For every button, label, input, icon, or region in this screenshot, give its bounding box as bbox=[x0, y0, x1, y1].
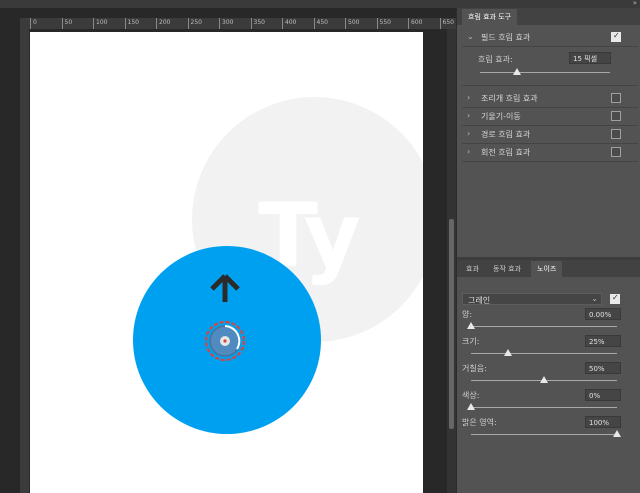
tab-motion-effects[interactable]: 동작 효과 bbox=[487, 261, 527, 277]
ruler-tick: 100 bbox=[93, 18, 107, 29]
noise-param-track[interactable] bbox=[471, 326, 617, 327]
panel-item-tilt-shift[interactable]: › 기울기-이동 bbox=[462, 107, 638, 126]
ruler-tick: 400 bbox=[282, 18, 296, 29]
chevron-right-icon[interactable]: › bbox=[467, 129, 470, 138]
path-blur-checkbox[interactable] bbox=[611, 129, 621, 139]
panel-item-path-blur[interactable]: › 경로 흐림 효과 bbox=[462, 125, 638, 144]
panel-item-spin-blur[interactable]: › 회전 흐림 효과 bbox=[462, 143, 638, 162]
ruler-tick: 450 bbox=[313, 18, 328, 29]
tab-noise[interactable]: 노이즈 bbox=[531, 261, 563, 277]
noise-param-input[interactable]: 0.00% bbox=[585, 308, 621, 320]
ruler-tick-label: 450 bbox=[316, 19, 328, 26]
noise-param-slider-knob[interactable] bbox=[467, 403, 475, 410]
blur-tools-panel: 흐림 효과 도구 ⌄ 필드 흐림 효과 흐림 효과: 15 픽셀 › 조리개 흐… bbox=[456, 8, 640, 493]
noise-param-track[interactable] bbox=[471, 407, 617, 408]
field-blur-label: 필드 흐림 효과 bbox=[481, 33, 531, 42]
ruler-tick-label: 50 bbox=[64, 19, 73, 26]
chevron-right-icon[interactable]: › bbox=[467, 111, 470, 120]
panel-collapse-icon[interactable]: » bbox=[633, 0, 637, 7]
ruler-tick: 600 bbox=[408, 18, 422, 29]
blur-amount-track[interactable] bbox=[480, 72, 610, 73]
noise-type-value: 그레인 bbox=[468, 296, 491, 305]
chevron-down-icon: ⌄ bbox=[591, 294, 598, 303]
ruler-tick-label: 400 bbox=[285, 19, 297, 26]
field-blur-settings: 흐림 효과: 15 픽셀 bbox=[462, 47, 638, 86]
blur-amount-slider-knob[interactable] bbox=[513, 68, 521, 75]
panel-item-label: 회전 흐림 효과 bbox=[481, 148, 531, 157]
chevron-right-icon[interactable]: › bbox=[467, 93, 470, 102]
noise-param-label: 양: bbox=[462, 310, 473, 319]
noise-param-input[interactable]: 25% bbox=[585, 335, 621, 347]
noise-param-label: 크기: bbox=[462, 337, 480, 346]
tilt-shift-checkbox[interactable] bbox=[611, 111, 621, 121]
blur-tools-tabbar: 흐림 효과 도구 bbox=[457, 8, 640, 25]
noise-enable-checkbox[interactable] bbox=[610, 293, 620, 304]
ruler-tick-label: 0 bbox=[33, 19, 37, 26]
blur-amount-input[interactable]: 15 픽셀 bbox=[569, 52, 611, 64]
panel-item-aperture[interactable]: › 조리개 흐림 효과 bbox=[462, 89, 638, 108]
noise-param-label: 거칠음: bbox=[462, 364, 487, 373]
ruler-tick-label: 600 bbox=[411, 19, 423, 26]
scrollbar-thumb[interactable] bbox=[449, 219, 454, 429]
ruler-tick: 550 bbox=[376, 18, 391, 29]
panel-item-label: 경로 흐림 효과 bbox=[481, 130, 531, 139]
ruler-tick-label: 200 bbox=[159, 19, 171, 26]
noise-param-slider-knob[interactable] bbox=[503, 349, 512, 356]
vertical-scrollbar[interactable] bbox=[447, 29, 456, 493]
noise-param-input[interactable]: 50% bbox=[585, 362, 621, 374]
ruler-tick: 650 bbox=[439, 18, 454, 29]
noise-param-label: 색상: bbox=[462, 391, 480, 400]
effects-tabbar: 효과 동작 효과 노이즈 bbox=[457, 260, 640, 277]
tab-effects[interactable]: 효과 bbox=[460, 261, 485, 277]
field-blur-checkbox[interactable] bbox=[611, 31, 621, 42]
chevron-right-icon[interactable]: › bbox=[467, 147, 470, 156]
spin-blur-checkbox[interactable] bbox=[611, 147, 621, 157]
ruler-tick-label: 650 bbox=[442, 19, 454, 26]
ruler-tick-label: 100 bbox=[96, 19, 108, 26]
ruler-corner bbox=[20, 18, 30, 29]
blur-amount-label: 흐림 효과: bbox=[478, 55, 513, 64]
blur-pin-icon[interactable] bbox=[203, 319, 247, 363]
top-strip: » bbox=[0, 0, 640, 8]
ruler-tick-label: 150 bbox=[127, 19, 139, 26]
ruler-tick-label: 300 bbox=[222, 19, 234, 26]
ruler-tick: 50 bbox=[61, 18, 72, 29]
ruler-tick: 500 bbox=[345, 18, 359, 29]
noise-param-label: 밝은 영역: bbox=[462, 418, 497, 427]
ruler-tick-label: 350 bbox=[253, 19, 265, 26]
panel-item-label: 조리개 흐림 효과 bbox=[481, 94, 538, 103]
chevron-down-icon[interactable]: ⌄ bbox=[467, 32, 474, 41]
ruler-tick-label: 550 bbox=[379, 19, 391, 26]
noise-param-slider-knob[interactable] bbox=[467, 322, 475, 329]
ruler-tick-label: 500 bbox=[348, 19, 360, 26]
tab-blur-tools[interactable]: 흐림 효과 도구 bbox=[462, 9, 518, 25]
horizontal-ruler: 0 50 100 150 200 250 300 350 400 450 500 550 600 650 bbox=[20, 18, 456, 29]
ruler-tick: 250 bbox=[187, 18, 202, 29]
document-canvas[interactable]: Ty bbox=[30, 32, 423, 493]
panel-item-label: 기울기-이동 bbox=[481, 112, 521, 121]
ruler-tick: 150 bbox=[124, 18, 139, 29]
ruler-tick: 0 bbox=[30, 18, 37, 29]
noise-param-input[interactable]: 100% bbox=[585, 416, 621, 428]
ruler-tick-label: 250 bbox=[190, 19, 202, 26]
field-blur-row[interactable]: ⌄ 필드 흐림 효과 bbox=[462, 28, 638, 47]
noise-param-track[interactable] bbox=[471, 353, 617, 354]
noise-param-track[interactable] bbox=[471, 434, 617, 435]
document-area: 0 50 100 150 200 250 300 350 400 450 500 550 600 650 … bbox=[0, 8, 456, 493]
aperture-blur-checkbox[interactable] bbox=[611, 93, 621, 103]
noise-param-input[interactable]: 0% bbox=[585, 389, 621, 401]
noise-param-slider-knob[interactable] bbox=[613, 430, 621, 437]
ruler-tick: 350 bbox=[250, 18, 265, 29]
noise-param-slider-knob[interactable] bbox=[540, 376, 548, 383]
up-arrow-icon bbox=[210, 274, 240, 302]
ruler-tick: 300 bbox=[219, 18, 233, 29]
noise-type-select[interactable]: 그레인 ⌄ bbox=[462, 293, 602, 305]
vertical-ruler bbox=[20, 29, 29, 493]
ruler-tick: 200 bbox=[156, 18, 170, 29]
